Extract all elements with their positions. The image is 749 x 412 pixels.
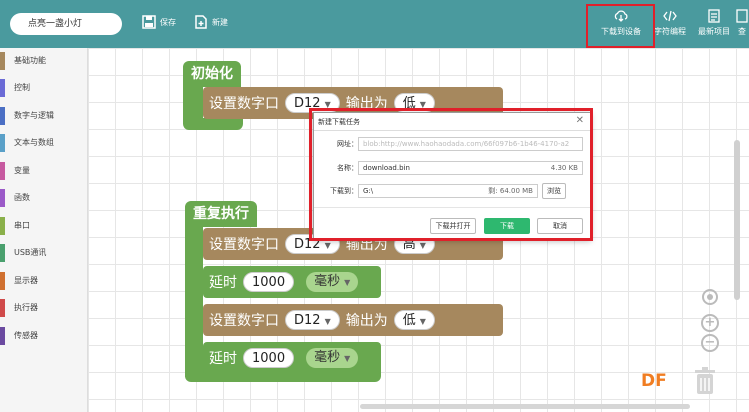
project-name-field[interactable]: 点亮一盏小灯: [10, 13, 122, 35]
delay-block-1[interactable]: 延时 1000 毫秒 ▼: [203, 266, 381, 298]
category-color-bar: [0, 107, 5, 125]
delay-value-input[interactable]: 1000: [243, 348, 295, 368]
df-logo: DF: [641, 371, 667, 391]
category-functions[interactable]: 函数: [0, 185, 88, 211]
init-hat-block[interactable]: 初始化: [183, 61, 241, 87]
new-label: 新建: [212, 17, 228, 27]
category-color-bar: [0, 189, 5, 207]
category-color-bar: [0, 134, 5, 152]
category-text-array[interactable]: 文本与数组: [0, 130, 88, 156]
delay-text: 延时: [209, 351, 237, 367]
recenter-icon[interactable]: [702, 289, 718, 305]
category-color-bar: [0, 162, 5, 180]
category-serial[interactable]: 串口: [0, 213, 88, 239]
category-sensors[interactable]: 传感器: [0, 323, 88, 349]
unit-select[interactable]: 毫秒 ▼: [306, 348, 359, 368]
category-actuators[interactable]: 执行器: [0, 295, 88, 321]
output-as-text: 输出为: [345, 313, 388, 329]
category-color-bar: [0, 244, 5, 262]
set-pin-text: 设置数字口: [209, 313, 279, 329]
delay-value-input[interactable]: 1000: [243, 272, 295, 292]
set-pin-text: 设置数字口: [209, 96, 279, 112]
latest-projects-button[interactable]: 最新项目: [694, 9, 734, 37]
category-color-bar: [0, 217, 5, 235]
category-color-bar: [0, 79, 5, 97]
level-select[interactable]: 低 ▼: [393, 310, 435, 330]
delay-text: 延时: [209, 275, 237, 291]
category-basic[interactable]: 基础功能: [0, 48, 88, 74]
dropdown-arrow-icon: ▼: [324, 317, 331, 326]
category-color-bar: [0, 52, 5, 70]
init-block-footer: [183, 118, 243, 130]
download-highlight-box: [586, 4, 655, 48]
zoom-out-icon[interactable]: −: [701, 334, 719, 352]
category-math-logic[interactable]: 数字与逻辑: [0, 103, 88, 129]
more-button[interactable]: 查: [732, 9, 749, 37]
trash-icon[interactable]: [693, 366, 717, 396]
code-view-button[interactable]: 字符编程: [650, 9, 690, 37]
latest-projects-label: 最新项目: [698, 27, 730, 36]
pin-select[interactable]: D12 ▼: [285, 310, 340, 330]
category-color-bar: [0, 299, 5, 317]
dropdown-arrow-icon: ▼: [419, 241, 426, 250]
code-view-label: 字符编程: [654, 27, 686, 36]
loop-block-body: [185, 227, 203, 377]
category-control[interactable]: 控制: [0, 75, 88, 101]
new-file-icon: [195, 15, 207, 29]
unit-select[interactable]: 毫秒 ▼: [306, 272, 359, 292]
set-pin-block-2[interactable]: 设置数字口 D12 ▼ 输出为 低 ▼: [203, 304, 503, 336]
category-display[interactable]: 显示器: [0, 268, 88, 294]
category-color-bar: [0, 272, 5, 290]
top-bar: 点亮一盏小灯 保存 新建 下载到设备 字符编程 最新项目 查: [0, 0, 749, 48]
category-variables[interactable]: 变量: [0, 158, 88, 184]
vertical-scrollbar[interactable]: [734, 140, 740, 300]
loop-hat-block[interactable]: 重复执行: [185, 201, 257, 227]
dropdown-arrow-icon: ▼: [419, 317, 426, 326]
code-icon: [663, 10, 677, 22]
category-color-bar: [0, 327, 5, 345]
save-label: 保存: [160, 17, 176, 27]
horizontal-scrollbar[interactable]: [360, 404, 690, 409]
more-label: 查: [738, 27, 746, 36]
category-usb[interactable]: USB通讯: [0, 240, 88, 266]
dropdown-arrow-icon: ▼: [324, 241, 331, 250]
search-doc-icon: [736, 9, 748, 23]
set-pin-text: 设置数字口: [209, 237, 279, 253]
document-icon: [708, 9, 720, 23]
dropdown-arrow-icon: ▼: [344, 354, 351, 363]
dropdown-arrow-icon: ▼: [344, 278, 351, 287]
dialog-highlight-box: [309, 108, 593, 241]
zoom-in-icon[interactable]: +: [701, 314, 719, 332]
delay-block-2[interactable]: 延时 1000 毫秒 ▼: [203, 342, 381, 374]
category-sidebar: 基础功能 控制 数字与逻辑 文本与数组 变量 函数 串口 USB通讯 显示器 执…: [0, 48, 88, 412]
new-button[interactable]: 新建: [194, 15, 228, 29]
save-icon: [142, 15, 156, 29]
save-button[interactable]: 保存: [142, 15, 176, 29]
